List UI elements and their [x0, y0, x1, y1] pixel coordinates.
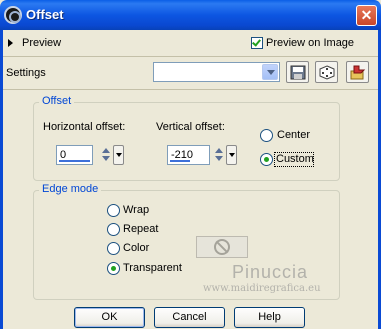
repeat-label[interactable]: Repeat	[123, 223, 158, 235]
color-label[interactable]: Color	[123, 242, 149, 254]
settings-preset-dropdown[interactable]	[153, 62, 280, 82]
vertical-offset-label: Vertical offset:	[156, 121, 225, 133]
spin-up-icon[interactable]	[102, 148, 110, 153]
preview-toggle[interactable]: Preview	[22, 37, 61, 49]
horizontal-offset-stepper[interactable]	[101, 145, 111, 165]
random-preset-button[interactable]	[315, 61, 338, 83]
spin-down-icon[interactable]	[102, 156, 110, 161]
chevron-down-icon[interactable]	[262, 64, 278, 80]
separator	[3, 89, 378, 90]
center-label[interactable]: Center	[277, 129, 310, 141]
no-color-icon	[214, 239, 230, 255]
horizontal-offset-slider-button[interactable]	[113, 145, 124, 165]
floppy-disk-icon	[290, 65, 306, 80]
vertical-offset-slider-button[interactable]	[226, 145, 237, 165]
offset-group	[33, 102, 340, 181]
slider-track[interactable]	[59, 160, 90, 162]
save-preset-button[interactable]	[286, 61, 309, 83]
close-icon[interactable]: ✕	[356, 5, 377, 26]
color-radio[interactable]	[107, 242, 120, 255]
spin-down-icon[interactable]	[215, 156, 223, 161]
center-radio[interactable]	[260, 129, 273, 142]
slider-track[interactable]	[170, 160, 190, 162]
edge-mode-group-title: Edge mode	[39, 183, 102, 195]
transparent-radio[interactable]	[107, 262, 120, 275]
custom-label[interactable]: Custom	[276, 153, 314, 165]
window-title: Offset	[26, 7, 64, 22]
preview-on-image-checkbox[interactable]	[251, 37, 263, 49]
edge-color-swatch[interactable]	[196, 236, 248, 258]
repeat-radio[interactable]	[107, 223, 120, 236]
cancel-button[interactable]: Cancel	[154, 307, 225, 328]
offset-group-title: Offset	[39, 95, 75, 107]
custom-radio[interactable]	[260, 153, 273, 166]
app-icon[interactable]	[4, 6, 22, 24]
horizontal-offset-input[interactable]: 0	[56, 145, 93, 165]
ok-button[interactable]: OK	[74, 307, 145, 328]
watermark-name: Pinuccia	[232, 262, 309, 282]
settings-label: Settings	[6, 67, 46, 79]
expand-preview-icon[interactable]	[8, 39, 13, 47]
spin-up-icon[interactable]	[215, 148, 223, 153]
preview-on-image-label[interactable]: Preview on Image	[266, 37, 354, 49]
title-bar[interactable]: Offset ✕	[0, 0, 381, 30]
separator	[3, 56, 378, 57]
vertical-offset-stepper[interactable]	[214, 145, 224, 165]
wrap-label[interactable]: Wrap	[123, 204, 149, 216]
preset-manager-button[interactable]	[346, 61, 369, 83]
dice-icon	[319, 65, 335, 80]
help-button[interactable]: Help	[234, 307, 305, 328]
horizontal-offset-label: Horizontal offset:	[43, 121, 126, 133]
checkmark-icon	[252, 37, 261, 47]
preset-folder-icon	[350, 65, 366, 80]
watermark-url: www.maidiregrafica.eu	[203, 283, 321, 294]
wrap-radio[interactable]	[107, 204, 120, 217]
transparent-label[interactable]: Transparent	[123, 262, 182, 274]
vertical-offset-input[interactable]: -210	[167, 145, 210, 165]
